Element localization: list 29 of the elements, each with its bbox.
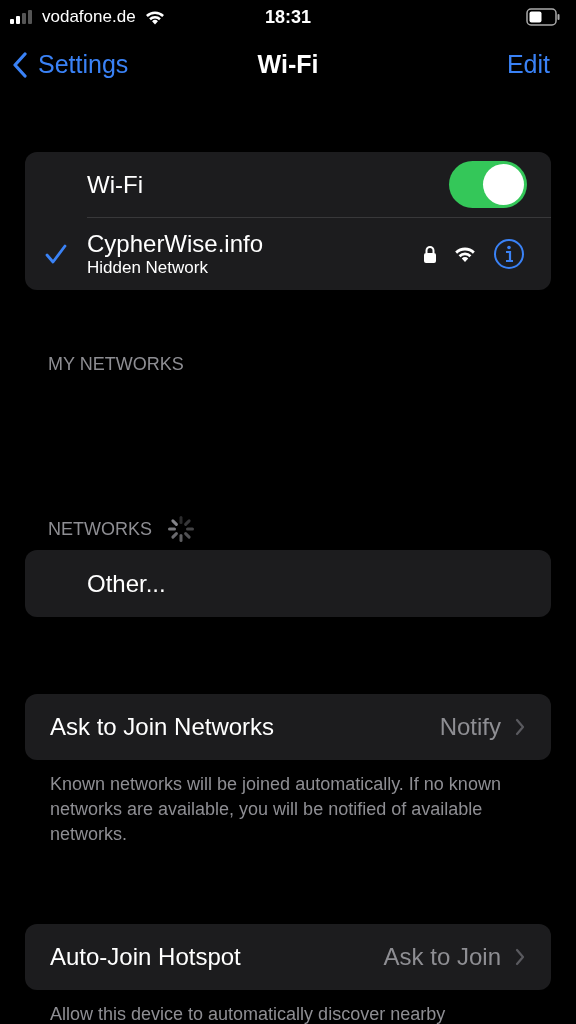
chevron-icon [515, 718, 525, 736]
wifi-icon [453, 245, 477, 263]
footer-note: Known networks will be joined automatically. If no known networks are available, you will be notified of available networks. [50, 773, 502, 846]
section-header: MY NETWORKS [48, 352, 184, 376]
wifi-toggle[interactable] [449, 161, 527, 208]
row-value: Ask to Join [383, 942, 501, 972]
list-row[interactable]: Other... [25, 550, 551, 617]
chevron-icon [515, 948, 525, 966]
network-row[interactable]: CypherWise.info Hidden Network [25, 218, 551, 290]
wifi-label: Wi-Fi [87, 169, 143, 200]
network-name: CypherWise.info [87, 230, 264, 258]
back-chevron-icon [12, 52, 28, 78]
network-subtitle: Hidden Network [87, 258, 209, 278]
row-label: Auto-Join Hotspot [50, 942, 241, 972]
settings-row[interactable]: Ask to Join Networks Notify [25, 694, 551, 760]
battery-icon [526, 8, 560, 26]
carrier-name: vodafone.de [42, 6, 136, 29]
row-label: Other... [87, 568, 166, 599]
back-button[interactable]: Settings [12, 46, 129, 84]
page-title: Wi-Fi [257, 49, 319, 81]
row-value: Notify [439, 712, 501, 742]
row-label: Ask to Join Networks [50, 712, 275, 742]
edit-button[interactable]: Edit [506, 46, 550, 84]
footer-note: Allow this device to automatically discover nearby [50, 1003, 447, 1024]
clock-time: 18:31 [265, 5, 311, 29]
info-icon[interactable] [493, 238, 525, 270]
wifi-icon [143, 8, 166, 26]
settings-row[interactable]: Auto-Join Hotspot Ask to Join [25, 924, 551, 990]
section-header: NETWORKS [48, 517, 152, 541]
